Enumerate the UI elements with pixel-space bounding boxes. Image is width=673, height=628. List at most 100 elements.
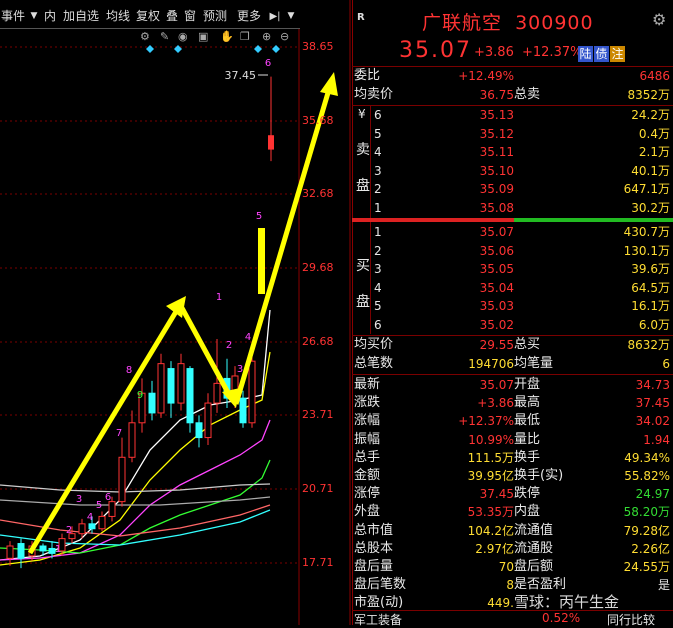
candle-body bbox=[6, 545, 14, 559]
price-axis-label: 17.71 bbox=[302, 556, 334, 569]
toolbar-event[interactable]: 事件 bbox=[0, 8, 26, 25]
bid-price: 35.05 bbox=[479, 262, 514, 276]
bid-level: 1 bbox=[374, 225, 382, 239]
event-diamond-icon bbox=[254, 45, 262, 53]
stat-value: 24.97 bbox=[635, 487, 670, 502]
stat-label: 涨跌 bbox=[354, 395, 381, 411]
bid-volume: 6.0万 bbox=[638, 317, 670, 332]
drawing-tools: ⚙ ✎ ◉ ▣ ✋ ❐ ⊕ ⊖ bbox=[140, 30, 300, 46]
sell-side-label: 卖 盘 bbox=[356, 132, 370, 204]
market-tag: R bbox=[357, 12, 365, 23]
stock-title: 广联航空 300900 bbox=[422, 8, 594, 35]
high-price-label: 37.45 bbox=[225, 69, 257, 82]
sequence-marker: 2 bbox=[66, 525, 72, 536]
stat-value: 24.55万 bbox=[623, 560, 670, 574]
toolbar-moving-average[interactable]: 均线 bbox=[104, 8, 132, 25]
bid-row[interactable]: 5 35.03 16.1万 bbox=[352, 297, 673, 315]
candlestick-chart[interactable]: 12345678912345637.45 bbox=[0, 0, 352, 625]
stats-row: 盘后笔数 8 是否盈利是 bbox=[352, 576, 673, 594]
toolbar-add-watchlist[interactable]: 加自选 bbox=[60, 8, 102, 25]
toolbar-step-right[interactable]: ▶| bbox=[267, 8, 283, 25]
avg-sell-row: 均卖价 36.75 总卖 8352万 bbox=[352, 86, 673, 104]
toolbar-menu-dropdown[interactable]: ▼ bbox=[285, 8, 297, 25]
candle-body bbox=[248, 360, 256, 424]
badge-zhu[interactable]: 注 bbox=[610, 46, 625, 62]
toolbar-intraday[interactable]: 内 bbox=[42, 8, 58, 25]
avg-buy-value: 29.55 bbox=[479, 338, 514, 352]
stat-value: 111.5万 bbox=[467, 450, 514, 465]
ask-volume: 30.2万 bbox=[631, 200, 670, 215]
ask-row[interactable]: 5 35.12 0.4万 bbox=[352, 125, 673, 143]
price-axis-label: 35.68 bbox=[302, 114, 334, 127]
sell-label-char: 卖 bbox=[356, 142, 370, 158]
stat-value: 55.82% bbox=[624, 469, 670, 483]
stat-value: 70 bbox=[498, 560, 514, 574]
bid-row[interactable]: 2 35.06 130.1万 bbox=[352, 242, 673, 260]
zoom-in-icon[interactable]: ⊕ bbox=[262, 30, 271, 43]
bid-level: 2 bbox=[374, 243, 382, 258]
settings-icon[interactable]: ⚙ bbox=[140, 30, 150, 43]
toolbar-event-dropdown[interactable]: ▼ bbox=[28, 8, 40, 25]
peer-compare-link[interactable]: 同行比较 bbox=[607, 611, 655, 628]
ask-row[interactable]: 3 35.10 40.1万 bbox=[352, 162, 673, 180]
bid-row[interactable]: 3 35.05 39.6万 bbox=[352, 260, 673, 278]
ask-row[interactable]: 1 35.08 30.2万 bbox=[352, 199, 673, 217]
pencil-icon[interactable]: ✎ bbox=[160, 30, 169, 43]
sequence-marker: 6 bbox=[105, 492, 111, 503]
stat-label: 盘后量 bbox=[354, 559, 394, 574]
candle-body bbox=[108, 501, 116, 517]
stats-row: 总股本 2.97亿 流通股 2.26亿 bbox=[352, 540, 673, 558]
deal-count-value: 194706 bbox=[468, 357, 514, 371]
ask-row[interactable]: 6 35.13 24.2万 bbox=[352, 106, 673, 124]
weibi-value: +12.49% bbox=[458, 69, 514, 83]
stat-value: 104.2亿 bbox=[467, 523, 514, 538]
trend-arrow-up-2 bbox=[233, 85, 333, 405]
bid-price: 35.06 bbox=[479, 243, 514, 258]
stat-label: 外盘 bbox=[354, 504, 381, 520]
toolbar-overlay[interactable]: 叠 bbox=[164, 8, 180, 25]
copy-icon[interactable]: ❐ bbox=[240, 30, 250, 43]
sector-name[interactable]: 军工装备 bbox=[354, 611, 402, 628]
moving-average-line bbox=[0, 483, 271, 493]
stats-row: 金额 39.95亿 换手(实) 55.82% bbox=[352, 467, 673, 485]
eye-icon[interactable]: ◉ bbox=[178, 30, 188, 43]
bid-level: 4 bbox=[374, 280, 382, 295]
hand-icon[interactable]: ✋ bbox=[220, 30, 234, 43]
stat-label: 盘后额 bbox=[514, 559, 554, 574]
sell-label-char: 盘 bbox=[356, 178, 370, 194]
ask-row[interactable]: 4 35.11 2.1万 bbox=[352, 143, 673, 161]
stats-row: 最新 35.07 开盘 34.73 bbox=[352, 376, 673, 394]
badge-zhai[interactable]: 债 bbox=[594, 46, 609, 62]
ask-volume: 24.2万 bbox=[631, 108, 670, 122]
stat-label: 涨幅 bbox=[354, 413, 381, 429]
ask-price: 35.09 bbox=[479, 182, 514, 196]
toolbar-divider bbox=[0, 28, 300, 29]
toolbar-adjust[interactable]: 复权 bbox=[134, 8, 162, 25]
stat-label: 涨停 bbox=[354, 486, 381, 502]
buy-label-char: 买 bbox=[356, 258, 370, 274]
ask-row[interactable]: 2 35.09 647.1万 bbox=[352, 180, 673, 198]
zoom-out-icon[interactable]: ⊖ bbox=[280, 30, 289, 43]
toolbar-window[interactable]: 窗 bbox=[182, 8, 198, 25]
toolbar-forecast[interactable]: 预测 bbox=[200, 8, 230, 25]
bid-level: 3 bbox=[374, 262, 382, 276]
stat-label: 流通值 bbox=[514, 522, 554, 538]
stats-row: 总市值 104.2亿 流通值 79.28亿 bbox=[352, 522, 673, 540]
bid-row[interactable]: 6 35.02 6.0万 bbox=[352, 316, 673, 334]
bid-volume: 430.7万 bbox=[623, 225, 670, 239]
ask-price: 35.08 bbox=[479, 200, 514, 215]
ask-price: 35.11 bbox=[479, 145, 514, 159]
badge-lu[interactable]: 陆 bbox=[578, 46, 593, 62]
candle-body bbox=[268, 135, 274, 150]
stat-label: 最高 bbox=[514, 395, 541, 411]
candle-body bbox=[98, 515, 106, 530]
toolbar-more[interactable]: 更多 bbox=[234, 8, 264, 25]
weibi-label: 委比 bbox=[354, 68, 381, 83]
gear-icon[interactable]: ⚙ bbox=[652, 10, 666, 29]
bid-row[interactable]: 1 35.07 430.7万 bbox=[352, 223, 673, 241]
box-icon[interactable]: ▣ bbox=[198, 30, 208, 43]
stat-label: 振幅 bbox=[354, 431, 381, 447]
bid-row[interactable]: 4 35.04 64.5万 bbox=[352, 279, 673, 297]
total-buy-label: 总买 bbox=[514, 337, 541, 352]
stat-label: 盘后笔数 bbox=[354, 577, 407, 593]
